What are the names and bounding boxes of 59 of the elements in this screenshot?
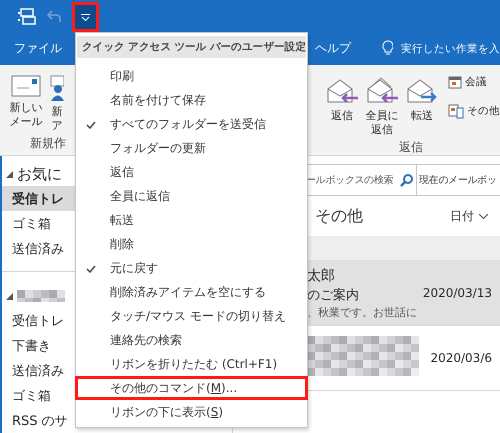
menu-item[interactable]: 全員に返信 <box>75 184 308 208</box>
message-date: 2020/03/6 <box>430 351 492 365</box>
search-scope-dropdown[interactable]: 現在のメールボッ <box>417 165 499 195</box>
menu-item-label: 削除 <box>110 236 134 252</box>
message-date: 2020/03/13 <box>422 286 492 300</box>
chevron-icon <box>479 214 488 218</box>
message-sender: 太郎 <box>307 266 336 284</box>
reply-mail-icon <box>365 75 399 105</box>
tell-me-field[interactable]: 実行したい作業を入 <box>401 42 500 56</box>
person-icon <box>50 75 64 101</box>
window-icon <box>448 103 464 119</box>
menu-item[interactable]: フォルダーの更新 <box>75 136 308 160</box>
caret-icon <box>81 14 90 20</box>
menu-item[interactable]: 転送 <box>75 208 308 232</box>
check-icon <box>86 265 96 273</box>
forward-button[interactable]: 転送 <box>402 73 442 125</box>
reply-button[interactable]: 返信 <box>322 73 362 125</box>
search-icon <box>400 174 413 186</box>
group-label: 返信 <box>399 139 423 156</box>
menu-item[interactable]: すべてのフォルダーを送受信 <box>75 112 308 136</box>
menu-item-label: 転送 <box>110 212 134 228</box>
calendar-icon <box>448 75 462 89</box>
menu-item-label: 返信 <box>110 164 134 180</box>
section-title[interactable]: お気に <box>17 164 62 184</box>
new-item-button[interactable]: 新 ア <box>50 73 64 135</box>
filter-tab[interactable]: その他 <box>315 206 363 226</box>
customize-toolbar-button[interactable] <box>72 2 99 32</box>
menu-item[interactable]: 削除 <box>75 232 308 256</box>
meeting-button[interactable]: 会議 <box>448 73 500 91</box>
menu-item-label: すべてのフォルダーを送受信 <box>110 116 266 132</box>
menu-item-label: 全員に返信 <box>110 188 170 204</box>
menu-item-label: リボンの下に表示(S) <box>110 404 223 420</box>
menu-item-label: 印刷 <box>110 68 134 84</box>
menu-item[interactable]: 名前を付けて保存 <box>75 88 308 112</box>
collapse-icon <box>6 170 13 178</box>
menu-item[interactable]: 返信 <box>75 160 308 184</box>
menu-item-label: 連絡先の検索 <box>110 332 182 348</box>
menu-item-label: 元に戻す <box>110 260 158 276</box>
ribbon-tab[interactable]: ヘルプ <box>315 40 351 57</box>
menu-item-label: フォルダーの更新 <box>110 140 206 156</box>
group-label: 新規作 <box>29 135 66 152</box>
ribbon-tab[interactable]: ファイル <box>14 40 62 57</box>
new-mail-button[interactable]: 新しい メール <box>8 73 44 131</box>
sort-button[interactable]: 日付 <box>450 208 488 224</box>
message-subject: のご案内 <box>307 286 360 304</box>
check-icon <box>86 121 96 129</box>
menu-title: クイック アクセス ツール バーのユーザー設定 <box>77 36 306 58</box>
menu-item-label: 名前を付けて保存 <box>110 92 206 108</box>
replyall-button[interactable]: 全員に 返信 <box>362 73 402 139</box>
message-preview: 、秋業です。お世話に <box>307 304 417 320</box>
app-icon[interactable] <box>18 7 36 25</box>
menu-item[interactable]: その他のコマンド(M)... <box>75 376 308 400</box>
more-button[interactable]: その他 <box>448 101 500 121</box>
menu-item[interactable]: リボンの下に表示(S) <box>75 400 308 424</box>
envelope-icon <box>11 75 41 97</box>
pixelated-text <box>17 290 65 302</box>
lightbulb-icon <box>382 40 393 57</box>
collapse-icon <box>6 292 13 300</box>
menu-item[interactable]: 印刷 <box>75 64 308 88</box>
